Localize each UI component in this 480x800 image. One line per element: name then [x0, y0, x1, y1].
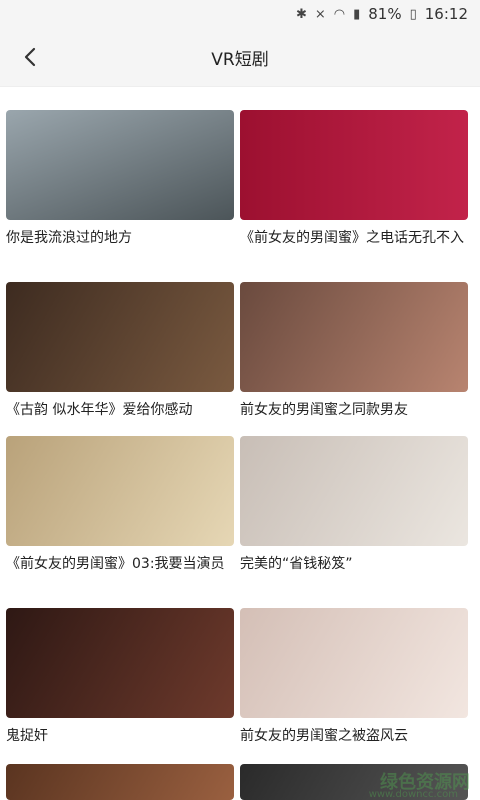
video-title[interactable]: 《前女友的男闺蜜》03:我要当演员: [6, 554, 234, 574]
video-card[interactable]: 前女友的男闺蜜之被盗风云: [240, 608, 468, 746]
video-thumbnail[interactable]: [240, 608, 468, 718]
video-card[interactable]: 完美的“省钱秘笈”: [240, 436, 468, 574]
wifi-icon: ◠: [333, 6, 346, 22]
video-title[interactable]: 前女友的男闺蜜之同款男友: [240, 400, 468, 420]
video-card[interactable]: 你是我流浪过的地方: [6, 110, 234, 248]
video-thumbnail[interactable]: [6, 608, 234, 718]
watermark-url: www.downcc.com: [368, 789, 458, 800]
video-title[interactable]: 《古韵 似水年华》爱给你感动: [6, 400, 234, 420]
video-card[interactable]: 鬼捉奸: [6, 608, 234, 746]
battery-icon: ▯: [409, 6, 417, 22]
signal-icon: ▮: [353, 6, 361, 22]
video-title[interactable]: 你是我流浪过的地方: [6, 228, 234, 248]
chevron-left-icon: [24, 47, 36, 67]
video-card[interactable]: 《前女友的男闺蜜》03:我要当演员: [6, 436, 234, 574]
status-bar: ✱ ⨯ ◠ ▮ 81% ▯ 16:12: [0, 0, 480, 28]
video-thumbnail[interactable]: [240, 436, 468, 546]
mute-icon: ⨯: [314, 6, 326, 22]
video-thumbnail[interactable]: [6, 764, 234, 800]
battery-level: 81%: [368, 5, 402, 23]
back-button[interactable]: [14, 40, 48, 74]
video-thumbnail[interactable]: [240, 282, 468, 392]
video-title[interactable]: 完美的“省钱秘笈”: [240, 554, 468, 574]
video-thumbnail[interactable]: [6, 282, 234, 392]
video-card[interactable]: 《前女友的男闺蜜》之电话无孔不入: [240, 110, 468, 248]
video-title[interactable]: 鬼捉奸: [6, 726, 234, 746]
video-title[interactable]: 前女友的男闺蜜之被盗风云: [240, 726, 468, 746]
clock: 16:12: [424, 5, 468, 23]
video-title[interactable]: 《前女友的男闺蜜》之电话无孔不入: [240, 228, 468, 248]
bluetooth-icon: ✱: [295, 6, 307, 22]
page-title: VR短剧: [211, 49, 269, 70]
video-card[interactable]: [6, 764, 234, 800]
video-thumbnail[interactable]: [240, 110, 468, 220]
video-thumbnail[interactable]: [6, 110, 234, 220]
video-card[interactable]: 《古韵 似水年华》爱给你感动: [6, 282, 234, 420]
video-thumbnail[interactable]: [6, 436, 234, 546]
video-card[interactable]: 前女友的男闺蜜之同款男友: [240, 282, 468, 420]
title-bar: VR短剧: [0, 28, 480, 87]
